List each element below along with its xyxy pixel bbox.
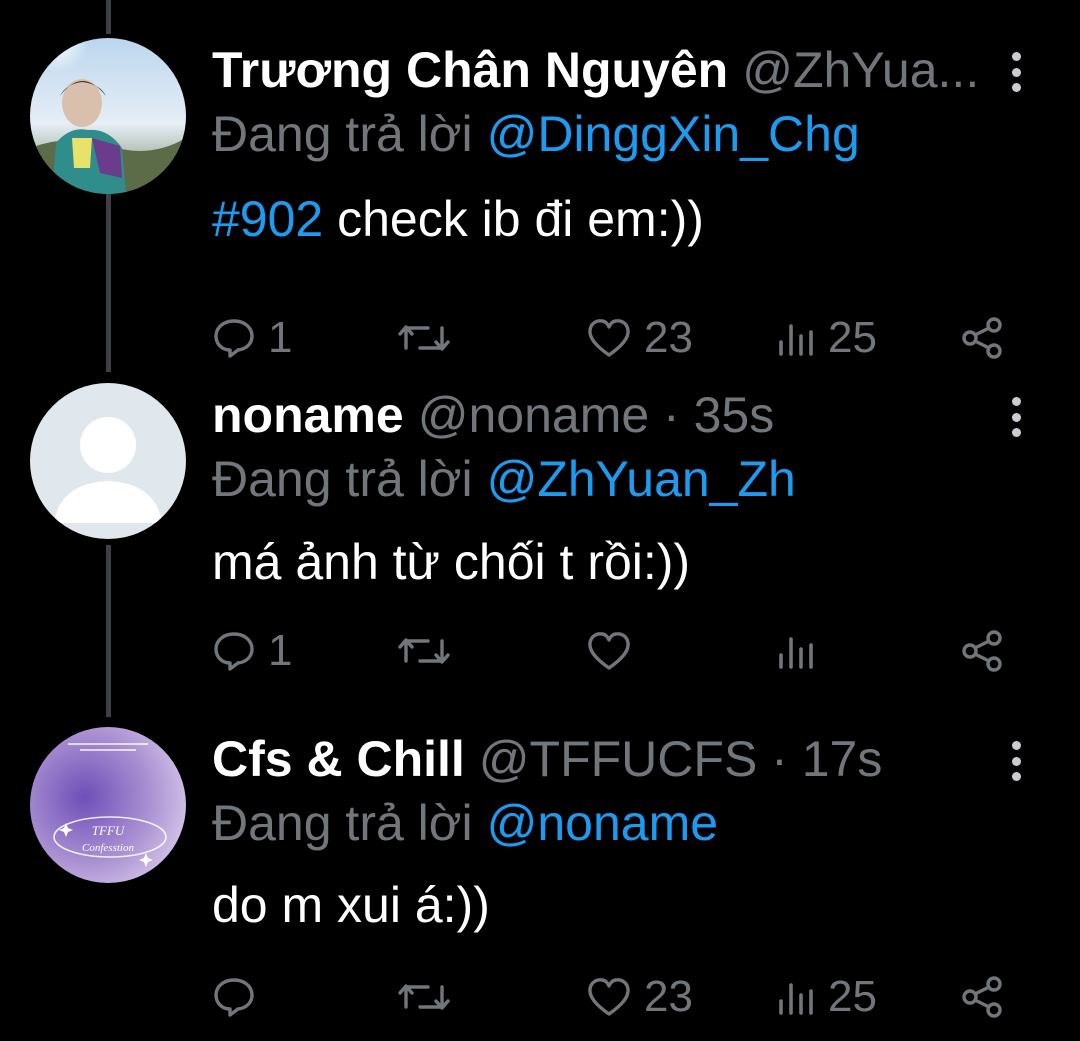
replying-to-label: Đang trả lời <box>212 106 473 162</box>
avatar[interactable]: TFFU Confesstion <box>30 727 186 883</box>
like-icon <box>586 316 632 360</box>
tweet[interactable]: Trương Chân Nguyên @ZhYua... Đang trả lờ… <box>0 38 1080 362</box>
mention-link[interactable]: @noname <box>487 795 718 851</box>
mention-link[interactable]: @DinggXin_Chg <box>487 106 860 162</box>
share-icon <box>960 315 1006 361</box>
share-button[interactable] <box>960 621 1006 681</box>
display-name[interactable]: Cfs & Chill <box>212 727 465 791</box>
view-count: 25 <box>828 972 877 1021</box>
share-button[interactable] <box>960 967 1006 1027</box>
avatar-logo-text: TFFU <box>92 823 126 838</box>
tweet-text-content: do m xui á:)) <box>212 877 490 933</box>
like-button[interactable]: 23 <box>586 308 693 368</box>
tweet-text: má ảnh từ chối t rồi:)) <box>212 530 690 594</box>
more-icon[interactable] <box>1003 397 1029 437</box>
tweet-actions: 1 23 25 <box>212 308 1032 368</box>
views-button[interactable]: 25 <box>776 308 877 368</box>
mention-link[interactable]: @ZhYuan_Zh <box>487 451 796 507</box>
reply-count: 1 <box>268 313 293 362</box>
tweet-actions: 23 25 <box>212 967 1032 1027</box>
views-button[interactable] <box>776 621 828 681</box>
replying-to: Đang trả lời @noname <box>212 791 718 855</box>
display-name[interactable]: noname <box>212 383 404 447</box>
views-icon <box>776 316 816 360</box>
username[interactable]: @ZhYua... <box>742 38 979 102</box>
reply-icon <box>212 629 256 673</box>
tweet-text: #902 check ib đi em:)) <box>212 187 704 251</box>
retweet-button[interactable] <box>398 621 462 681</box>
share-icon <box>960 628 1006 674</box>
reply-button[interactable]: 1 <box>212 308 292 368</box>
tweet-header: Trương Chân Nguyên @ZhYua... <box>212 38 979 102</box>
replying-to-label: Đang trả lời <box>212 451 473 507</box>
avatar[interactable] <box>30 383 186 539</box>
reply-count: 1 <box>268 626 293 675</box>
display-name[interactable]: Trương Chân Nguyên <box>212 38 728 102</box>
retweet-icon <box>398 975 450 1019</box>
tweet-text-content: má ảnh từ chối t rồi:)) <box>212 534 691 590</box>
tweet-actions: 1 <box>212 621 1032 681</box>
avatar[interactable] <box>30 38 186 194</box>
svg-text:Confesstion: Confesstion <box>82 842 134 854</box>
retweet-button[interactable] <box>398 967 462 1027</box>
retweet-icon <box>398 316 450 360</box>
like-button[interactable]: 23 <box>586 967 693 1027</box>
replying-to-label: Đang trả lời <box>212 795 473 851</box>
tweet[interactable]: noname @noname · 35s Đang trả lời @ZhYua… <box>0 383 1080 683</box>
replying-to: Đang trả lời @ZhYuan_Zh <box>212 447 796 511</box>
like-icon <box>586 975 632 1019</box>
reply-icon <box>212 975 256 1019</box>
more-icon[interactable] <box>1003 52 1029 92</box>
share-icon <box>960 974 1006 1020</box>
like-icon <box>586 629 632 673</box>
retweet-icon <box>398 629 450 673</box>
views-icon <box>776 975 816 1019</box>
tweet-header: Cfs & Chill @TFFUCFS · 17s <box>212 727 882 791</box>
tweet-text: do m xui á:)) <box>212 873 490 937</box>
thread-line-top <box>106 0 111 34</box>
tweet-header: noname @noname · 35s <box>212 383 774 447</box>
reply-icon <box>212 316 256 360</box>
like-count: 23 <box>644 313 693 362</box>
share-button[interactable] <box>960 308 1006 368</box>
tweet-text-content: check ib đi em:)) <box>323 191 704 247</box>
replying-to: Đang trả lời @DinggXin_Chg <box>212 102 860 166</box>
view-count: 25 <box>828 313 877 362</box>
like-button[interactable] <box>586 621 644 681</box>
views-icon <box>776 629 816 673</box>
username[interactable]: @noname · 35s <box>418 383 775 447</box>
hashtag-link[interactable]: #902 <box>212 191 323 247</box>
views-button[interactable]: 25 <box>776 967 877 1027</box>
more-icon[interactable] <box>1003 741 1029 781</box>
reply-button[interactable] <box>212 967 268 1027</box>
reply-button[interactable]: 1 <box>212 621 292 681</box>
username[interactable]: @TFFUCFS · 17s <box>479 727 883 791</box>
retweet-button[interactable] <box>398 308 462 368</box>
tweet[interactable]: TFFU Confesstion Cfs & Chill @TFFUCFS · … <box>0 727 1080 1041</box>
like-count: 23 <box>644 972 693 1021</box>
